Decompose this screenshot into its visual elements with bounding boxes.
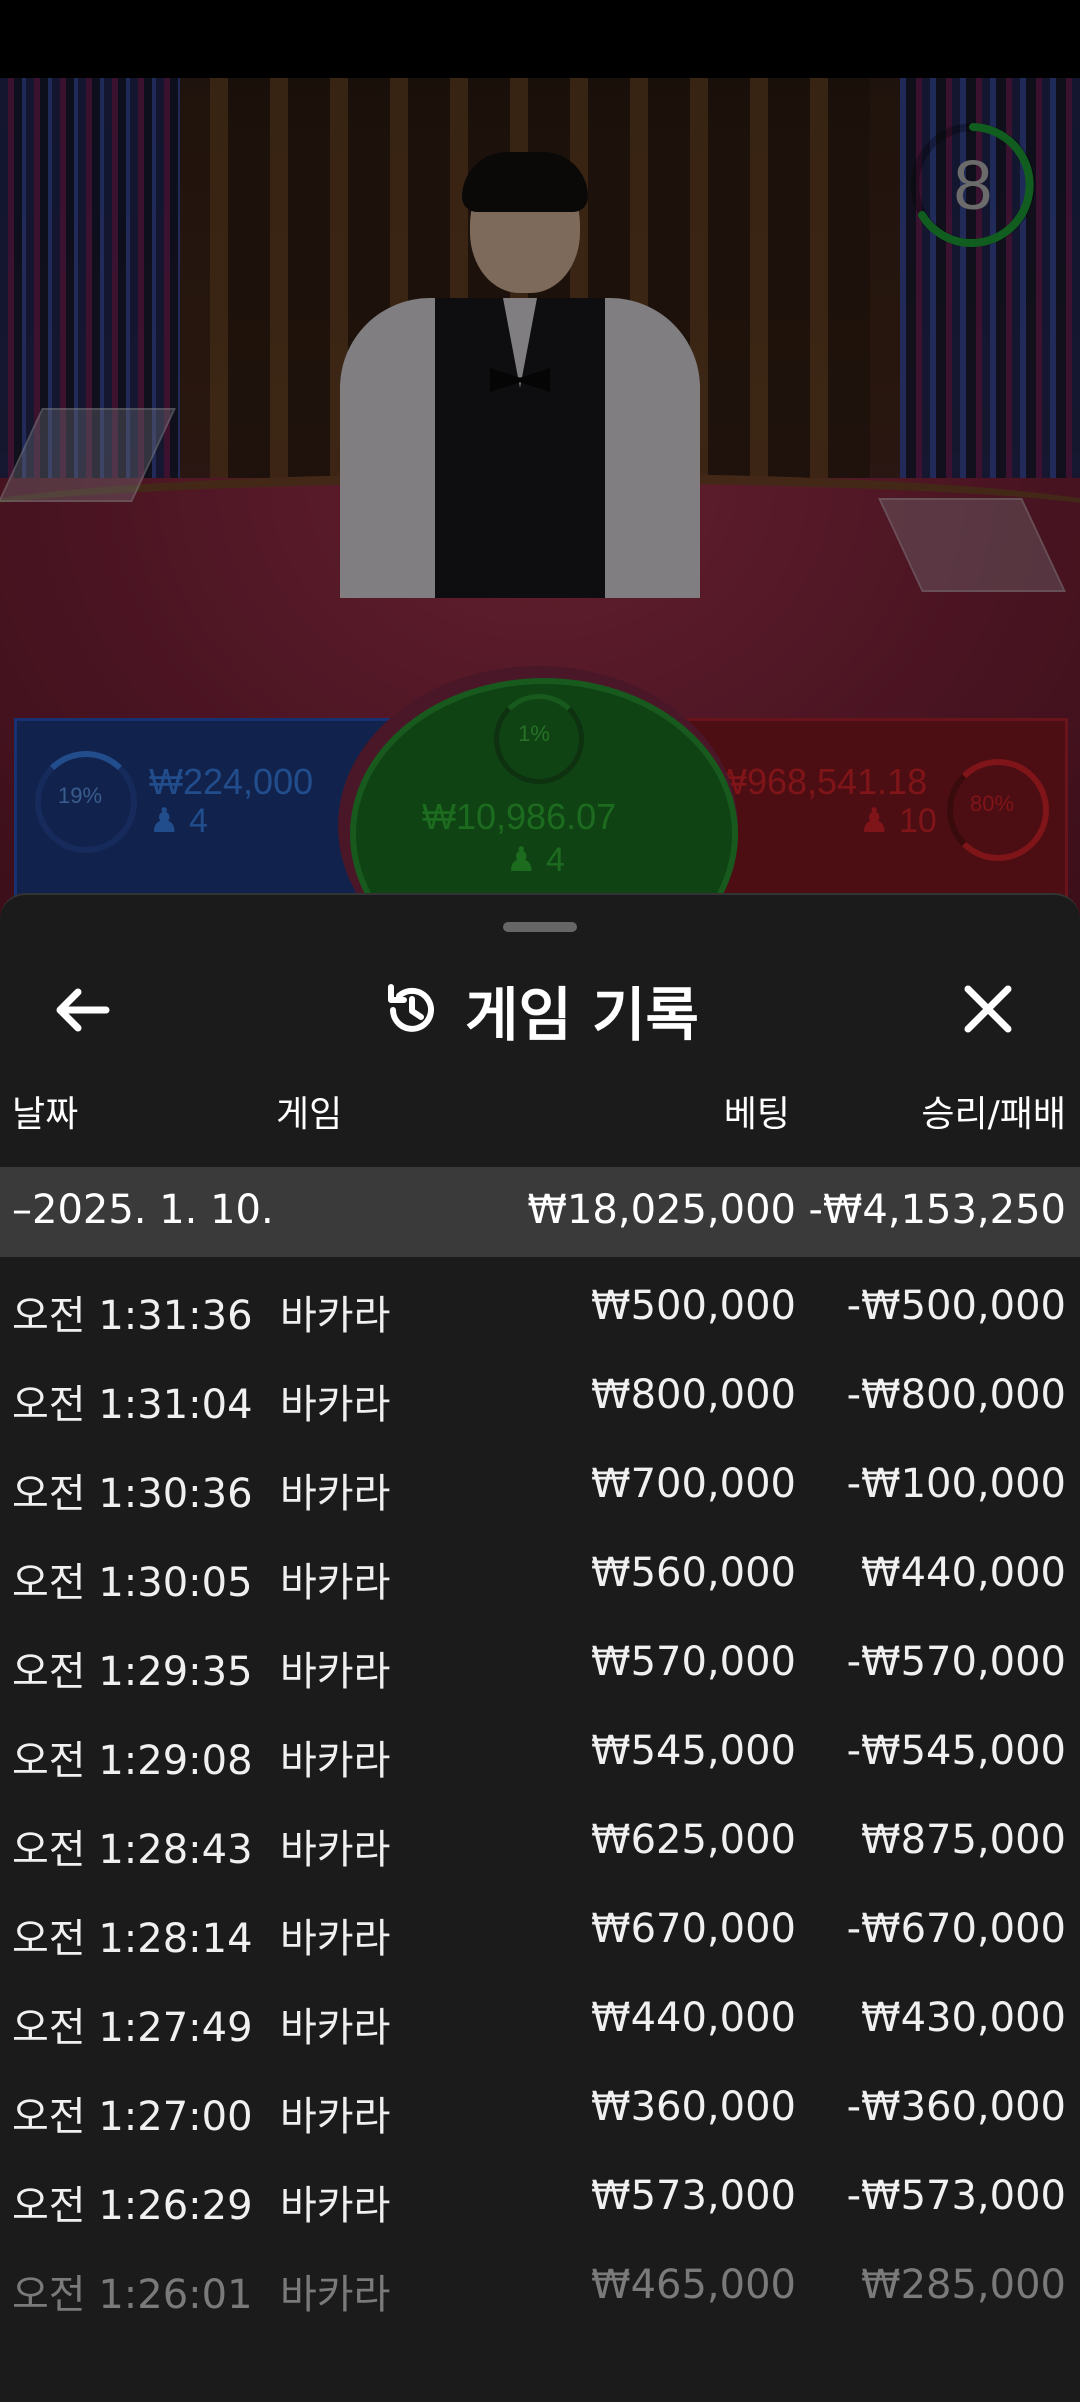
history-row[interactable]: 오전 1:30:36 바카라 ₩700,000 -₩100,000 (0, 1443, 1080, 1532)
history-row[interactable]: 오전 1:28:43 바카라 ₩625,000 ₩875,000 (0, 1799, 1080, 1888)
row-game: 바카라 (280, 1382, 391, 1428)
row-time: 오전 1:29:35 (12, 1649, 253, 1695)
row-result: -₩500,000 (846, 1283, 1066, 1329)
row-bet: ₩465,000 (591, 2262, 796, 2308)
row-result: -₩670,000 (846, 1906, 1066, 1952)
row-game: 바카라 (280, 2272, 391, 2318)
row-bet: ₩360,000 (591, 2084, 796, 2130)
history-list: 오전 1:31:36 바카라 ₩500,000 -₩500,000 오전 1:31:0… (0, 1265, 1080, 2333)
row-result: -₩573,000 (846, 2173, 1066, 2219)
row-time: 오전 1:28:43 (12, 1827, 253, 1873)
history-row[interactable]: 오전 1:27:00 바카라 ₩360,000 -₩360,000 (0, 2066, 1080, 2155)
row-game: 바카라 (280, 1827, 391, 1873)
live-video-stream[interactable]: PLAYER BANKER 8 19% ₩224,000 ♟ 4 ₩968,54… (0, 78, 1080, 920)
history-row[interactable]: 오전 1:31:04 바카라 ₩800,000 -₩800,000 (0, 1354, 1080, 1443)
row-result: ₩440,000 (861, 1550, 1066, 1596)
row-game: 바카라 (280, 1560, 391, 1606)
row-game: 바카라 (280, 1649, 391, 1695)
history-row[interactable]: 오전 1:26:29 바카라 ₩573,000 -₩573,000 (0, 2155, 1080, 2244)
row-time: 오전 1:27:49 (12, 2005, 253, 2051)
group-result-total: -₩4,153,250 (808, 1187, 1066, 1233)
history-row[interactable]: 오전 1:30:05 바카라 ₩560,000 ₩440,000 (0, 1532, 1080, 1621)
row-bet: ₩545,000 (591, 1728, 796, 1774)
row-result: -₩545,000 (846, 1728, 1066, 1774)
dim-overlay (0, 78, 1080, 920)
row-result: -₩570,000 (846, 1639, 1066, 1685)
row-time: 오전 1:30:05 (12, 1560, 253, 1606)
row-time: 오전 1:26:01 (12, 2272, 253, 2318)
column-headers: 날짜 게임 베팅 승리/패배 (0, 1073, 1080, 1141)
row-bet: ₩800,000 (591, 1372, 796, 1418)
game-history-sheet: 게임 기록 날짜 게임 베팅 승리/패배 –2025. 1. 10. ₩18,0… (0, 893, 1080, 2402)
row-game: 바카라 (280, 2005, 391, 2051)
group-date: –2025. 1. 10. (12, 1187, 274, 1233)
row-game: 바카라 (280, 1293, 391, 1339)
row-time: 오전 1:31:36 (12, 1293, 253, 1339)
close-button[interactable] (952, 977, 1032, 1043)
row-time: 오전 1:30:36 (12, 1471, 253, 1517)
column-date: 날짜 (12, 1094, 79, 1135)
sheet-title: 게임 기록 (465, 981, 699, 1049)
row-bet: ₩573,000 (591, 2173, 796, 2219)
row-bet: ₩700,000 (591, 1461, 796, 1507)
history-row[interactable]: 오전 1:26:01 바카라 ₩465,000 ₩285,000 (0, 2244, 1080, 2333)
drag-handle[interactable] (503, 922, 577, 932)
column-result: 승리/패배 (921, 1094, 1066, 1135)
row-bet: ₩440,000 (591, 1995, 796, 2041)
history-icon (388, 984, 435, 1032)
row-game: 바카라 (280, 1916, 391, 1962)
row-result: ₩285,000 (861, 2262, 1066, 2308)
close-icon (964, 985, 1012, 1033)
arrow-left-icon (56, 988, 110, 1032)
title-group: 게임 기록 (0, 955, 1080, 1065)
row-bet: ₩570,000 (591, 1639, 796, 1685)
row-result: -₩800,000 (846, 1372, 1066, 1418)
row-result: -₩100,000 (846, 1461, 1066, 1507)
row-game: 바카라 (280, 1471, 391, 1517)
date-group-row[interactable]: –2025. 1. 10. ₩18,025,000 -₩4,153,250 (0, 1167, 1080, 1257)
row-bet: ₩500,000 (591, 1283, 796, 1329)
row-time: 오전 1:31:04 (12, 1382, 253, 1428)
history-row[interactable]: 오전 1:27:49 바카라 ₩440,000 ₩430,000 (0, 1977, 1080, 2066)
row-result: -₩360,000 (846, 2084, 1066, 2130)
row-bet: ₩560,000 (591, 1550, 796, 1596)
back-button[interactable] (48, 977, 128, 1043)
column-game: 게임 (276, 1094, 343, 1135)
row-game: 바카라 (280, 2094, 391, 2140)
history-row[interactable]: 오전 1:28:14 바카라 ₩670,000 -₩670,000 (0, 1888, 1080, 1977)
row-game: 바카라 (280, 1738, 391, 1784)
history-row[interactable]: 오전 1:31:36 바카라 ₩500,000 -₩500,000 (0, 1265, 1080, 1354)
sheet-header: 게임 기록 (0, 955, 1080, 1065)
row-time: 오전 1:28:14 (12, 1916, 253, 1962)
group-bet-total: ₩18,025,000 (527, 1187, 796, 1233)
row-bet: ₩625,000 (591, 1817, 796, 1863)
history-row[interactable]: 오전 1:29:08 바카라 ₩545,000 -₩545,000 (0, 1710, 1080, 1799)
row-time: 오전 1:26:29 (12, 2183, 253, 2229)
row-result: ₩430,000 (861, 1995, 1066, 2041)
row-bet: ₩670,000 (591, 1906, 796, 1952)
row-result: ₩875,000 (861, 1817, 1066, 1863)
row-time: 오전 1:29:08 (12, 1738, 253, 1784)
row-game: 바카라 (280, 2183, 391, 2229)
history-row[interactable]: 오전 1:29:35 바카라 ₩570,000 -₩570,000 (0, 1621, 1080, 1710)
column-bet: 베팅 (723, 1094, 790, 1135)
row-time: 오전 1:27:00 (12, 2094, 253, 2140)
